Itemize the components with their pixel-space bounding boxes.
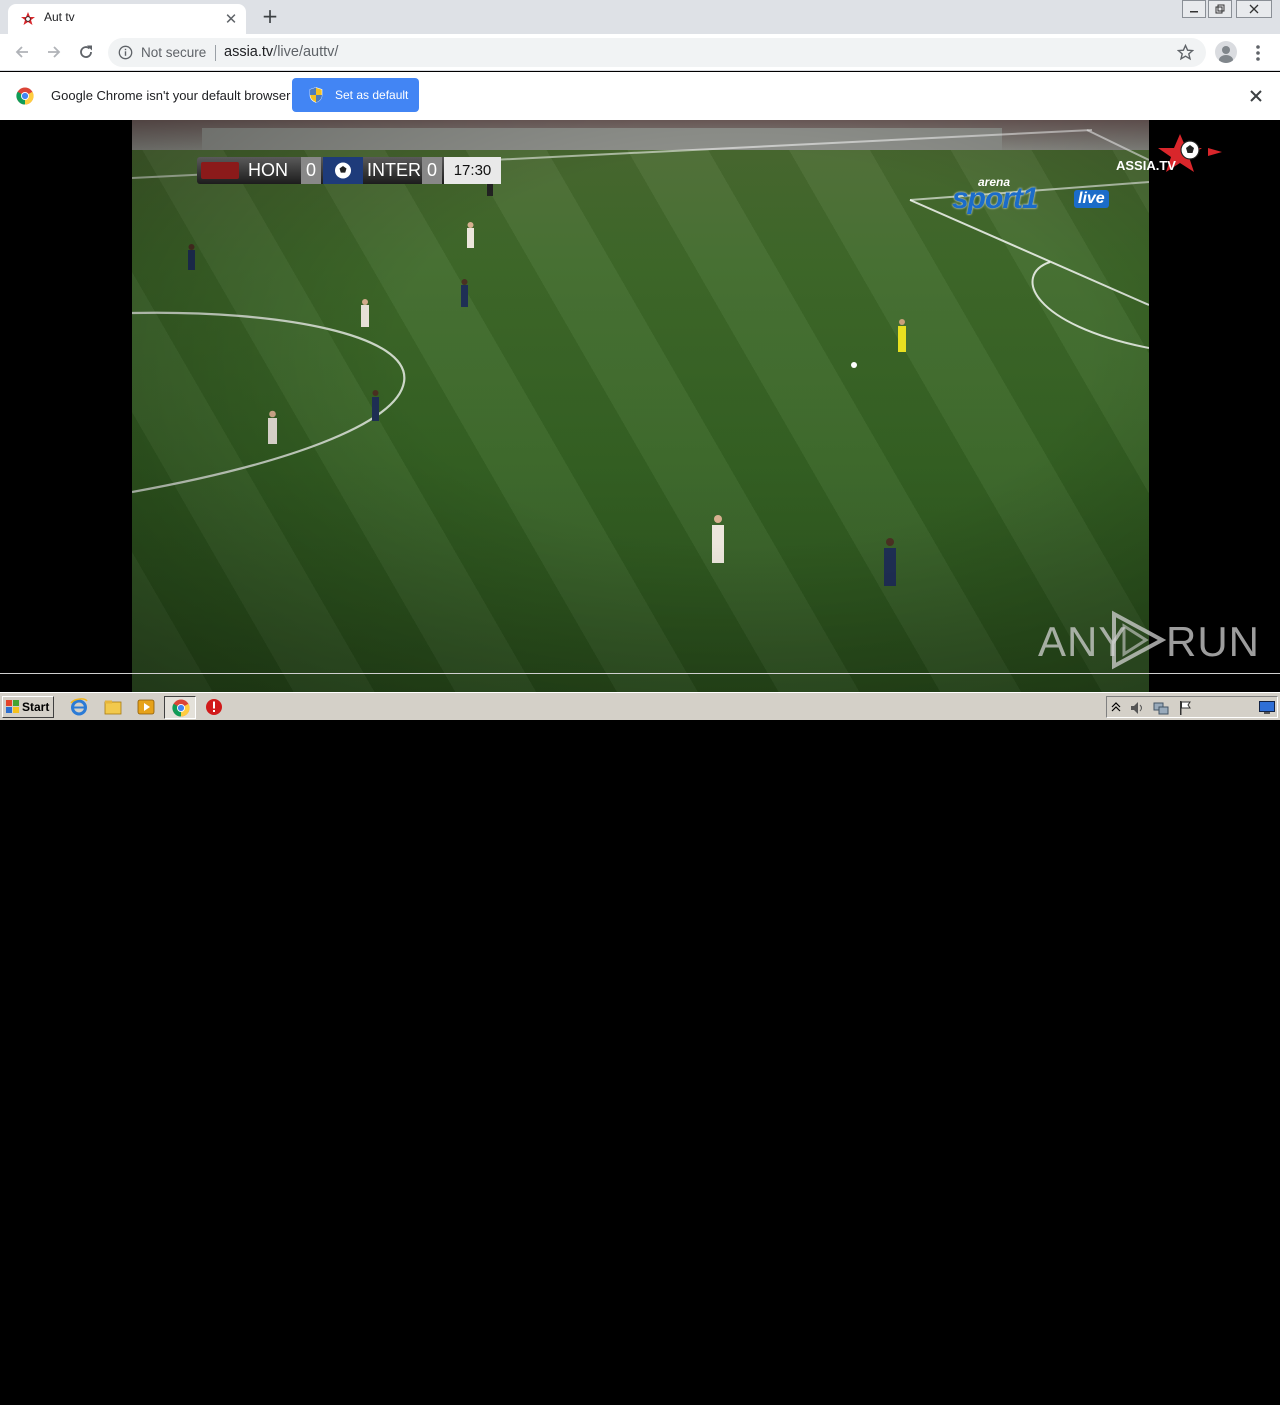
address-separator [215, 45, 216, 61]
chrome-taskbar-icon [172, 699, 190, 717]
windows-flag-icon [6, 700, 19, 713]
minimize-icon [1190, 11, 1198, 13]
forward-button[interactable] [44, 42, 64, 62]
uac-shield-icon [309, 87, 323, 103]
show-desktop-icon[interactable] [1259, 701, 1275, 714]
address-bar[interactable]: Not secure assia.tv/live/auttv/ [108, 38, 1206, 67]
match-clock: 17:30 [444, 157, 501, 184]
info-icon[interactable] [118, 45, 133, 60]
football-icon [335, 162, 351, 179]
internet-explorer-icon[interactable] [70, 698, 88, 716]
start-button[interactable]: Start [2, 696, 54, 718]
url-path: /live/auttv/ [273, 44, 339, 60]
infobar-message: Google Chrome isn't your default browser [51, 88, 291, 103]
profile-avatar[interactable] [1215, 41, 1237, 63]
assia-tv-text: ASSIA.TV [1116, 158, 1176, 173]
tab-strip: Aut tv ✕ + [0, 0, 1280, 34]
action-center-flag-icon[interactable] [1177, 700, 1193, 716]
set-as-default-button[interactable]: Set as default [292, 78, 419, 112]
volume-icon[interactable] [1129, 700, 1145, 716]
reload-icon [80, 45, 92, 58]
close-window-button[interactable] [1236, 0, 1272, 18]
anyrun-watermark-right: RUN [1166, 618, 1260, 665]
system-tray [1106, 696, 1278, 718]
close-icon [1249, 4, 1259, 14]
security-label[interactable]: Not secure [141, 45, 206, 60]
menu-dots-icon[interactable] [1250, 43, 1266, 63]
arena-logo-live: live [1074, 190, 1109, 208]
stop-sign-icon[interactable] [205, 698, 223, 716]
restore-icon [1215, 4, 1225, 14]
scoreboard: HON 0 INTER 0 17:30 [197, 157, 501, 184]
page-divider [0, 673, 1280, 674]
home-team-name: HON [248, 160, 288, 180]
taskbar-clock: 8:18 PM [1209, 1393, 1250, 1405]
restore-button[interactable] [1208, 0, 1232, 18]
start-label: Start [22, 700, 50, 714]
chrome-logo-icon [16, 87, 34, 105]
browser-toolbar: Not secure assia.tv/live/auttv/ [0, 34, 1280, 71]
person-icon [1219, 46, 1233, 63]
home-team-badge [201, 162, 239, 179]
folder-icon[interactable] [104, 698, 122, 716]
tab-aut-tv[interactable]: Aut tv ✕ [8, 4, 246, 34]
home-team-score: 0 [301, 157, 321, 184]
back-button[interactable] [12, 42, 32, 62]
reload-button[interactable] [76, 42, 96, 62]
infobar-close-icon[interactable] [1247, 87, 1265, 105]
arena-logo-sport: sport1 [952, 182, 1039, 215]
url-host: assia.tv [224, 44, 274, 60]
bookmark-star-icon[interactable] [1177, 44, 1194, 61]
arrow-left-icon [15, 46, 28, 58]
tab-title: Aut tv [44, 10, 75, 24]
tab-close-icon[interactable]: ✕ [222, 10, 240, 28]
away-team-badge [323, 157, 363, 184]
anyrun-play-icon [1112, 610, 1166, 670]
taskbar-chrome-button[interactable] [164, 696, 196, 719]
assia-star-icon [21, 12, 35, 25]
network-icon[interactable] [1153, 700, 1169, 716]
away-team-score: 0 [422, 157, 442, 184]
url-text[interactable]: assia.tv/live/auttv/ [224, 44, 338, 60]
set-as-default-label: Set as default [335, 88, 409, 102]
away-team-name: INTER [367, 160, 421, 180]
media-player-icon[interactable] [137, 698, 155, 716]
minimize-button[interactable] [1182, 0, 1206, 18]
arrow-right-icon [48, 46, 61, 58]
tray-expand-icon[interactable] [1111, 701, 1121, 713]
windows-taskbar: Start 8:18 PM [0, 692, 1280, 1405]
new-tab-button[interactable]: + [260, 6, 280, 26]
